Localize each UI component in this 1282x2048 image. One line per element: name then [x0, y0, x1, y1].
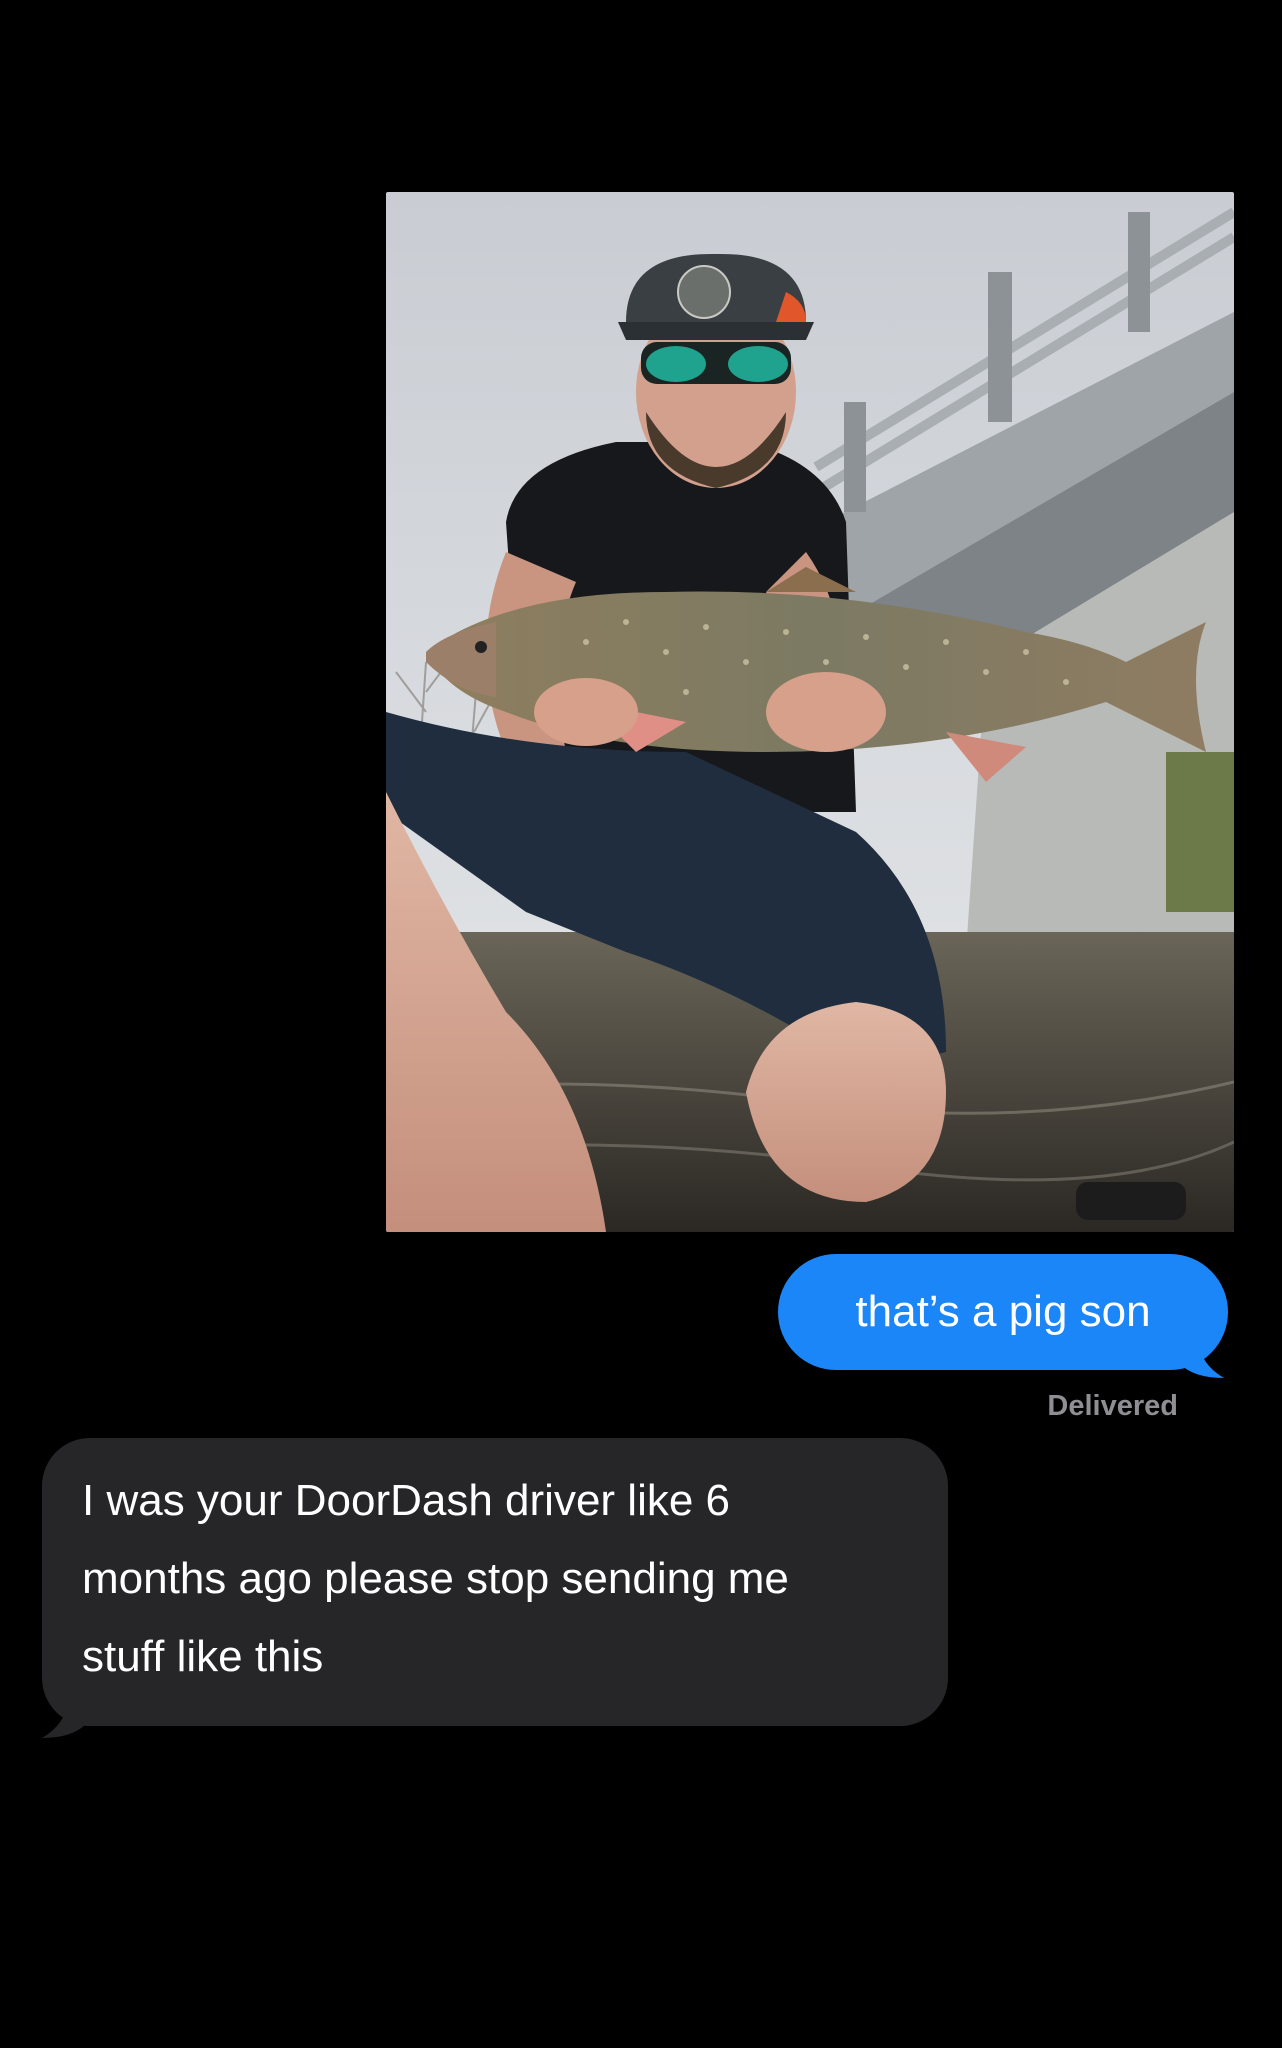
incoming-message-line: I was your DoorDash driver like 6 [82, 1476, 731, 1525]
image-message[interactable] [386, 192, 1234, 1232]
incoming-message-bubble[interactable]: I was your DoorDash driver like 6 months… [42, 1438, 948, 1726]
outgoing-bubble-tail [1180, 1340, 1224, 1378]
fishing-photo [386, 192, 1234, 1232]
delivered-receipt: Delivered [1047, 1390, 1178, 1422]
incoming-message-line: months ago please stop sending me [82, 1554, 789, 1603]
incoming-bubble-tail [42, 1700, 86, 1738]
incoming-message-line: stuff like this [82, 1632, 324, 1681]
outgoing-message-text: that’s a pig son [855, 1287, 1151, 1336]
outgoing-message-bubble[interactable]: that’s a pig son [778, 1254, 1228, 1370]
